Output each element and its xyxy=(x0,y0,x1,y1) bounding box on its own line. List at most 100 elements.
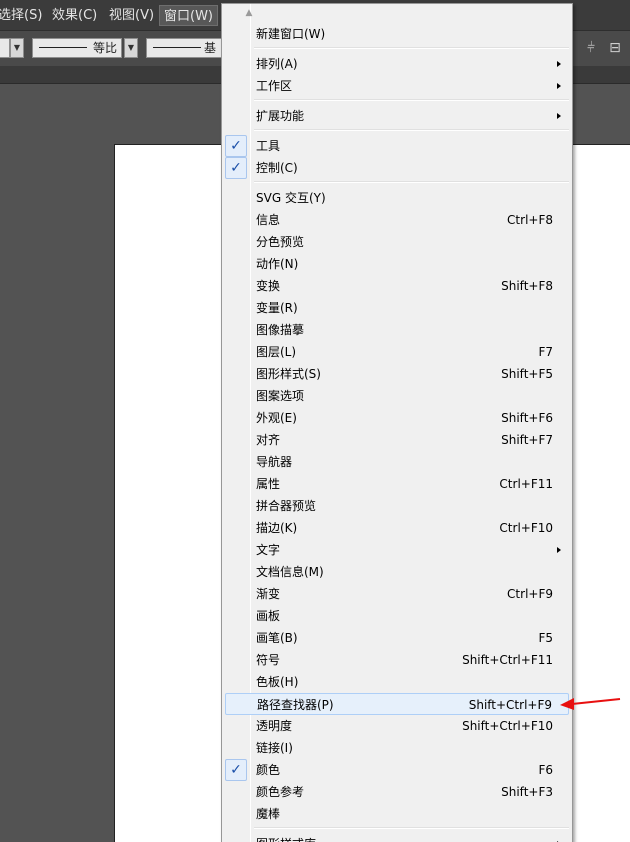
menu-item-label: 分色预览 xyxy=(256,235,305,249)
chevron-right-icon xyxy=(557,113,561,119)
menu-item[interactable]: 画板 xyxy=(225,605,569,627)
menu-item[interactable]: 图形样式库 xyxy=(225,833,569,842)
profile-dropdown[interactable]: ▼ xyxy=(124,38,138,58)
menu-item-label: 符号 xyxy=(256,653,281,667)
scroll-up-icon[interactable]: ▲ xyxy=(242,7,256,19)
align-right-icon[interactable]: ⊟ xyxy=(606,39,624,57)
menu-window[interactable]: 窗口(W) xyxy=(159,5,218,26)
menu-item[interactable]: 扩展功能 xyxy=(225,105,569,127)
menu-item-shortcut: Shift+Ctrl+F9 xyxy=(468,698,552,712)
menu-item-label: 信息 xyxy=(256,213,281,227)
menu-item-label: 属性 xyxy=(256,477,281,491)
menu-item[interactable]: 导航器 xyxy=(225,451,569,473)
red-arrow-annotation xyxy=(560,698,621,710)
menu-item-shortcut: Shift+F6 xyxy=(501,411,553,425)
menu-item-shortcut: Shift+F8 xyxy=(501,279,553,293)
menu-separator xyxy=(254,129,569,131)
menu-item[interactable]: 外观(E) Shift+F6 xyxy=(225,407,569,429)
menu-item[interactable]: 排列(A) xyxy=(225,53,569,75)
menu-item[interactable]: 拼合器预览 xyxy=(225,495,569,517)
menu-item[interactable]: 链接(I) xyxy=(225,737,569,759)
menu-item-label: 色板(H) xyxy=(256,675,299,689)
menu-view[interactable]: 视图(V) xyxy=(105,5,158,26)
menu-item[interactable]: 图形样式(S) Shift+F5 xyxy=(225,363,569,385)
menu-item[interactable]: 信息 Ctrl+F8 xyxy=(225,209,569,231)
menu-item[interactable]: 变量(R) xyxy=(225,297,569,319)
menu-item-label: 描边(K) xyxy=(256,521,298,535)
menu-item-label: 图像描摹 xyxy=(256,323,305,337)
check-icon: ✓ xyxy=(225,157,247,179)
menu-item[interactable]: 变换 Shift+F8 xyxy=(225,275,569,297)
menu-item[interactable]: ✓ 控制(C) xyxy=(225,157,569,179)
menu-item[interactable]: 图像描摹 xyxy=(225,319,569,341)
menu-item[interactable]: 魔棒 xyxy=(225,803,569,825)
menu-item-label: 动作(N) xyxy=(256,257,299,271)
menu-item-label: 工具 xyxy=(256,139,281,153)
menu-item-label: SVG 交互(Y) xyxy=(256,191,326,205)
menu-separator xyxy=(254,181,569,183)
menu-item[interactable]: 色板(H) xyxy=(225,671,569,693)
menu-item-label: 变换 xyxy=(256,279,281,293)
menu-item-shortcut: Shift+Ctrl+F11 xyxy=(462,653,553,667)
brush-definition[interactable]: 基本 xyxy=(146,38,226,58)
stroke-weight-dropdown[interactable]: ▼ xyxy=(10,38,24,58)
menu-item-label: 工作区 xyxy=(256,79,293,93)
menu-item-label: 魔棒 xyxy=(256,807,281,821)
menu-item[interactable]: 文字 xyxy=(225,539,569,561)
menu-item-label: 图形样式库 xyxy=(256,833,316,842)
menu-item[interactable]: 新建窗口(W) xyxy=(225,23,569,45)
menu-item-label: 渐变 xyxy=(256,587,281,601)
menu-item[interactable]: 路径查找器(P) Shift+Ctrl+F9 xyxy=(225,693,569,715)
menu-item[interactable]: 颜色参考 Shift+F3 xyxy=(225,781,569,803)
menu-separator xyxy=(254,99,569,101)
menu-item-label: 图案选项 xyxy=(256,389,305,403)
menu-item[interactable]: 图案选项 xyxy=(225,385,569,407)
menu-item[interactable]: 画笔(B) F5 xyxy=(225,627,569,649)
menu-item-label: 导航器 xyxy=(256,455,293,469)
menu-item[interactable]: 图层(L) F7 xyxy=(225,341,569,363)
menu-item[interactable]: 工作区 xyxy=(225,75,569,97)
menu-item-label: 拼合器预览 xyxy=(256,499,317,513)
menu-item[interactable]: 符号 Shift+Ctrl+F11 xyxy=(225,649,569,671)
menu-select[interactable]: 选择(S) xyxy=(0,5,46,26)
profile-line-preview xyxy=(39,47,87,48)
chevron-right-icon xyxy=(557,547,561,553)
variable-width-profile[interactable]: 等比 xyxy=(32,38,122,58)
menu-item-shortcut: F7 xyxy=(538,345,553,359)
menu-item[interactable]: ✓ 工具 xyxy=(225,135,569,157)
menu-item-label: 文档信息(M) xyxy=(256,565,324,579)
menu-effect[interactable]: 效果(C) xyxy=(48,5,101,26)
chevron-right-icon xyxy=(557,83,561,89)
menu-item-label: 扩展功能 xyxy=(256,109,305,123)
menu-item-label: 画板 xyxy=(256,609,281,623)
menu-item-label: 颜色参考 xyxy=(256,785,305,799)
menu-item[interactable]: 透明度 Shift+Ctrl+F10 xyxy=(225,715,569,737)
menu-item-shortcut: Ctrl+F10 xyxy=(499,521,553,535)
menu-item-label: 路径查找器(P) xyxy=(257,698,334,712)
menu-item[interactable]: SVG 交互(Y) xyxy=(225,187,569,209)
align-horizontal-center-icon[interactable]: ⫩ xyxy=(582,39,600,57)
menu-item-shortcut: Ctrl+F11 xyxy=(499,477,553,491)
profile-label: 等比 xyxy=(93,41,118,55)
menu-item-label: 文字 xyxy=(256,543,281,557)
menu-item-shortcut: Shift+F5 xyxy=(501,367,553,381)
menu-separator xyxy=(254,827,569,829)
menu-item[interactable]: 文档信息(M) xyxy=(225,561,569,583)
menu-item-label: 链接(I) xyxy=(256,741,293,755)
menu-item-label: 变量(R) xyxy=(256,301,298,315)
chevron-right-icon xyxy=(557,61,561,67)
menu-item-label: 外观(E) xyxy=(256,411,297,425)
menu-item[interactable]: 动作(N) xyxy=(225,253,569,275)
menu-item-shortcut: Shift+F3 xyxy=(501,785,553,799)
menu-item-label: 图形样式(S) xyxy=(256,367,321,381)
window-menu-dropdown: ▲ 新建窗口(W) 排列(A) 工作区 扩展功能 ✓ 工具 ✓ 控制(C) SVG 交互(Y) 信… xyxy=(221,3,573,842)
menu-item[interactable]: 对齐 Shift+F7 xyxy=(225,429,569,451)
menu-item[interactable]: 分色预览 xyxy=(225,231,569,253)
menu-item[interactable]: 属性 Ctrl+F11 xyxy=(225,473,569,495)
menu-item[interactable]: 渐变 Ctrl+F9 xyxy=(225,583,569,605)
menu-item[interactable]: 描边(K) Ctrl+F10 xyxy=(225,517,569,539)
menu-item[interactable]: ✓ 颜色 F6 xyxy=(225,759,569,781)
menu-item-shortcut: Ctrl+F9 xyxy=(507,587,553,601)
stroke-weight-field[interactable] xyxy=(0,38,10,58)
menu-item-shortcut: Ctrl+F8 xyxy=(507,213,553,227)
